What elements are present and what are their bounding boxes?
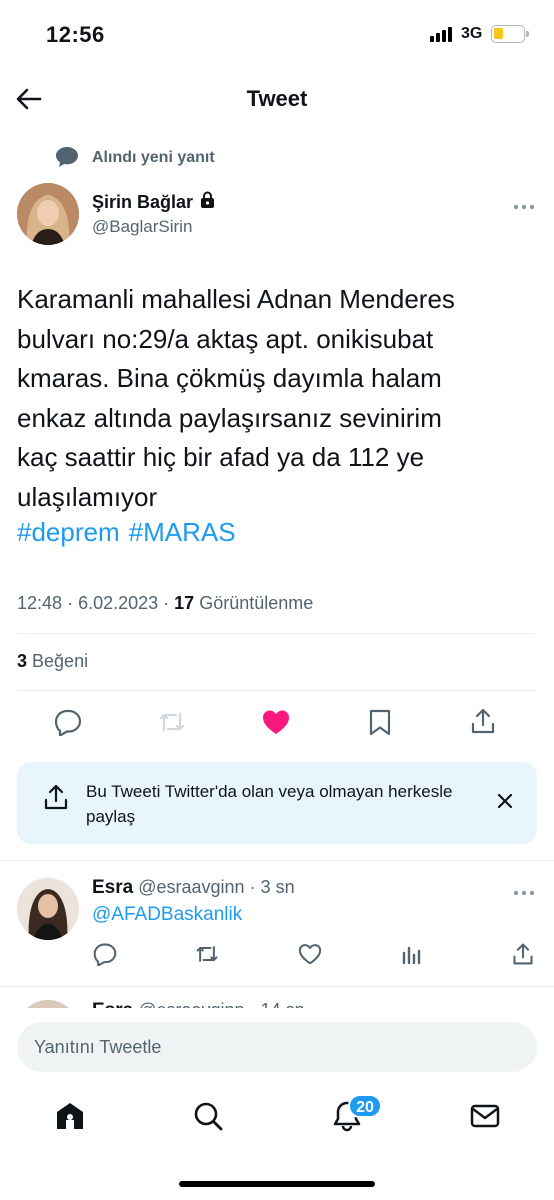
reply-compose-input[interactable]: Yanıtını Tweetle (17, 1022, 537, 1072)
author-name-label: Şirin Bağlar (92, 191, 194, 212)
search-icon[interactable] (191, 1099, 225, 1133)
notifications-badge: 20 (348, 1094, 382, 1118)
divider (0, 986, 554, 987)
share-icon (42, 783, 70, 811)
divider (17, 690, 537, 691)
hashtag-link[interactable]: #MARAS (129, 517, 236, 548)
network-type: 3G (461, 25, 483, 42)
home-indicator (179, 1181, 375, 1187)
reply-text[interactable]: @AFADBaskanlik (92, 904, 242, 926)
avatar[interactable] (17, 183, 79, 245)
tweet-time: 12:48 (17, 593, 63, 613)
author-name[interactable]: Şirin Bağlar (92, 191, 215, 213)
author-handle[interactable]: @BaglarSirin (92, 217, 192, 237)
mail-icon[interactable] (468, 1099, 502, 1133)
retweet-icon (156, 706, 188, 738)
hashtags: #deprem #MARAS (17, 517, 236, 548)
reply-author-name[interactable]: Esra (92, 877, 133, 898)
tweet-meta: 12:48 · 6.02.2023 · 17 Görüntülenme (17, 593, 314, 613)
more-icon[interactable] (512, 884, 536, 896)
tweet-text: Karamanli mahallesi Adnan Menderes bulva… (17, 284, 455, 512)
speech-bubble-icon (55, 146, 79, 168)
views-count: 17 (174, 593, 195, 613)
tweet-date: 6.02.2023 (78, 593, 159, 613)
close-icon[interactable] (494, 790, 516, 812)
bookmark-icon[interactable] (364, 706, 396, 738)
home-icon[interactable] (53, 1099, 87, 1133)
reply-header: Esra @esraavginn · 3 sn (92, 877, 295, 898)
heart-icon[interactable] (297, 941, 323, 967)
reply-icon[interactable] (92, 941, 118, 967)
likes-summary[interactable]: 3 Beğeni (17, 651, 88, 672)
status-time: 12:56 (46, 22, 105, 47)
likes-label: Beğeni (32, 651, 89, 671)
battery-icon (491, 25, 529, 43)
avatar[interactable] (17, 878, 79, 940)
lock-icon (200, 191, 215, 213)
share-icon[interactable] (510, 941, 536, 967)
share-icon[interactable] (467, 705, 499, 737)
reply-author-handle[interactable]: @esraavginn (138, 877, 244, 897)
retweet-icon[interactable] (194, 941, 220, 967)
hashtag-link[interactable]: #deprem (17, 517, 120, 548)
divider (0, 860, 554, 861)
context-label: Alındı yeni yanıt (92, 149, 215, 166)
views-label: Görüntülenme (199, 593, 314, 613)
page-title: Tweet (246, 86, 308, 111)
share-banner-text: Bu Tweeti Twitter'da olan veya olmayan h… (86, 782, 453, 826)
signal-icon (430, 26, 452, 42)
more-icon[interactable] (512, 198, 536, 210)
reply-time: 3 sn (260, 877, 295, 897)
analytics-icon[interactable] (399, 941, 425, 967)
likes-count: 3 (17, 651, 28, 671)
reply-icon[interactable] (52, 706, 84, 738)
divider (17, 633, 537, 634)
heart-icon[interactable] (260, 706, 292, 738)
